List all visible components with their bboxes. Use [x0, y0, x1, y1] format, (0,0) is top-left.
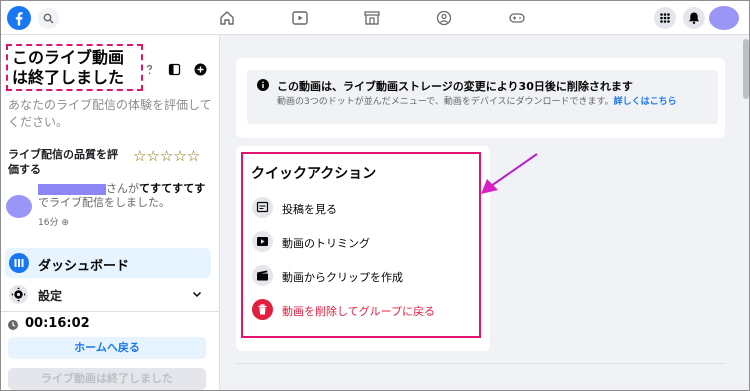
clip-icon: [252, 265, 273, 286]
groups-icon[interactable]: [435, 10, 453, 26]
create-clip-action[interactable]: 動画からクリップを作成: [252, 265, 472, 287]
left-sidebar: このライブ動画は終了しました あなたのライブ配信の体験を評価してください。 ライ…: [1, 35, 220, 390]
notifications-bell-icon[interactable]: [683, 7, 705, 29]
search-icon[interactable]: [38, 8, 59, 29]
redacted-user-name: [38, 183, 106, 195]
trash-icon: [252, 299, 273, 320]
delete-video-action[interactable]: 動画を削除してグループに戻る: [252, 299, 472, 321]
quality-rating-label: ライブ配信の品質を評価する: [8, 148, 118, 176]
add-icon[interactable]: [194, 63, 207, 76]
action-label: 動画のトリミング: [282, 237, 370, 250]
globe-icon: ⊕: [61, 218, 69, 228]
notice-banner: この動画は、ライブ動画ストレージの変更により30日後に削除されます 動画の3つの…: [247, 70, 718, 124]
sidebar-item-label: 設定: [38, 289, 63, 303]
chevron-down-icon: [191, 288, 203, 300]
app-window: このライブ動画は終了しました あなたのライブ配信の体験を評価してください。 ライ…: [0, 0, 750, 391]
video-icon[interactable]: [291, 10, 309, 26]
clock-icon: [7, 319, 19, 331]
profile-avatar[interactable]: [709, 6, 739, 30]
top-navigation-bar: [1, 1, 749, 35]
sidebar-item-label: ダッシュボード: [38, 259, 130, 274]
user-avatar[interactable]: [6, 195, 32, 218]
post-icon: [252, 197, 273, 218]
info-icon: [257, 79, 269, 91]
annotation-arrow-icon: [471, 146, 551, 206]
divider: [1, 311, 219, 312]
sidebar-item-settings[interactable]: 設定: [5, 283, 211, 307]
dashboard-icon: [9, 253, 29, 273]
activity-timestamp[interactable]: 16分 ⊕: [38, 215, 69, 228]
back-home-button[interactable]: ホームへ戻る: [8, 337, 206, 359]
trim-icon: [252, 231, 273, 252]
facebook-logo-icon[interactable]: [7, 6, 31, 30]
sidebar-item-dashboard[interactable]: ダッシュボード: [5, 248, 211, 278]
activity-description: さんがてすてすてすでライブ配信をしました。: [38, 182, 206, 209]
layout-toggle-icon[interactable]: [168, 63, 181, 76]
action-label: 動画からクリップを作成: [282, 271, 403, 284]
star-rating[interactable]: ☆☆☆☆☆: [133, 147, 200, 165]
trim-video-action[interactable]: 動画のトリミング: [252, 231, 472, 253]
home-icon[interactable]: [218, 10, 236, 26]
notice-body: 動画の3つのドットが並んだメニューで、動画をデバイスにダウンロードできます。詳し…: [277, 97, 677, 107]
gear-icon: [9, 285, 28, 304]
quick-actions-title: クイックアクション: [251, 166, 377, 182]
divider: [236, 363, 725, 364]
rating-prompt: あなたのライブ配信の体験を評価してください。: [8, 98, 212, 129]
live-ended-button: ライブ動画は終了しました: [8, 368, 206, 390]
marketplace-icon[interactable]: [363, 10, 381, 26]
help-icon[interactable]: [143, 63, 156, 76]
elapsed-time: 00:16:02: [25, 316, 90, 331]
view-post-action[interactable]: 投稿を見る: [252, 197, 472, 219]
menu-grid-icon[interactable]: [654, 7, 676, 29]
learn-more-link[interactable]: 詳しくはこちら: [614, 97, 677, 107]
page-title-highlight: このライブ動画は終了しました: [6, 44, 143, 91]
page-title: このライブ動画は終了しました: [12, 48, 125, 87]
scrollbar-thumb[interactable]: [743, 39, 749, 99]
gaming-icon[interactable]: [508, 10, 526, 26]
deletion-notice-card: この動画は、ライブ動画ストレージの変更により30日後に削除されます 動画の3つの…: [236, 58, 725, 138]
action-label: 動画を削除してグループに戻る: [282, 305, 436, 318]
action-label: 投稿を見る: [282, 203, 337, 216]
notice-title: この動画は、ライブ動画ストレージの変更により30日後に削除されます: [277, 80, 633, 93]
